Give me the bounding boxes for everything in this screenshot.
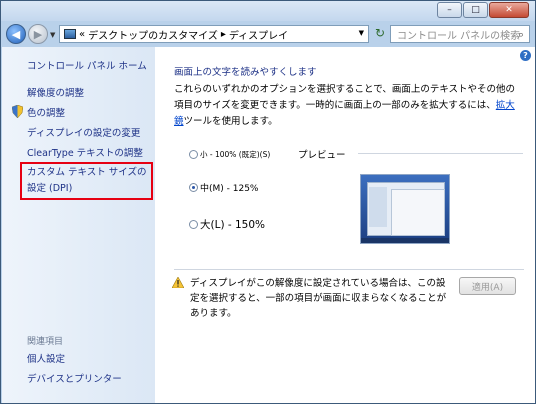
radio-medium[interactable]: [189, 183, 198, 192]
warning-icon: [172, 277, 184, 288]
sidebar-item-cleartype[interactable]: ClearType テキストの調整: [27, 145, 143, 159]
sidebar-home-link[interactable]: コントロール パネル ホーム: [27, 58, 147, 72]
option-small-label: 小 - 100% (既定)(S): [200, 150, 271, 159]
option-large-label: 大(L) - 150%: [200, 219, 266, 231]
breadcrumb-item[interactable]: ディスプレイ: [229, 27, 288, 42]
sidebar-item-resolution[interactable]: 解像度の調整: [27, 85, 84, 99]
preview-taskbar: [361, 238, 449, 243]
option-medium[interactable]: 中(M) - 125%: [189, 181, 259, 194]
option-large[interactable]: 大(L) - 150%: [189, 217, 265, 232]
warning-text: ディスプレイがこの解像度に設定されている場合は、この設定を選択すると、一部の項目…: [190, 278, 447, 319]
radio-small[interactable]: [189, 150, 198, 159]
shield-icon: [12, 105, 23, 118]
address-prefix: «: [79, 28, 86, 40]
refresh-icon[interactable]: ↻: [373, 26, 387, 42]
address-dropdown-icon[interactable]: ▼: [359, 29, 364, 37]
help-icon[interactable]: ?: [520, 50, 531, 61]
back-button[interactable]: ◀: [6, 24, 26, 44]
description-text-end: ツールを使用します。: [183, 116, 278, 127]
address-bar[interactable]: « デスクトップのカスタマイズ ▸ ディスプレイ ▼: [59, 25, 369, 43]
sidebar-item-color[interactable]: 色の調整: [27, 105, 65, 119]
search-input[interactable]: コントロール パネルの検索 ⌕: [390, 25, 530, 43]
maximize-button[interactable]: □: [463, 2, 488, 18]
window: – □ ✕ ◀ ▶ ▼ « デスクトップのカスタマイズ ▸ ディスプレイ ▼ ↻…: [0, 0, 536, 404]
search-placeholder: コントロール パネルの検索: [397, 30, 521, 42]
sidebar: コントロール パネル ホーム 解像度の調整 色の調整 ディスプレイの設定の変更 …: [2, 47, 155, 403]
description: これらのいずれかのオプションを選択することで、画面上のテキストやその他の項目のサ…: [174, 82, 524, 130]
back-arrow-icon: ◀: [11, 27, 21, 41]
see-also-devices[interactable]: デバイスとプリンター: [27, 371, 122, 385]
description-text: これらのいずれかのオプションを選択することで、画面上のテキストやその他の項目のサ…: [174, 84, 516, 111]
preview-image: [360, 174, 450, 244]
minimize-button[interactable]: –: [437, 2, 462, 18]
control-panel-icon: [64, 29, 76, 39]
search-icon[interactable]: ⌕: [518, 28, 524, 42]
radio-large[interactable]: [189, 220, 198, 229]
preview-window-inner: [391, 189, 445, 236]
forward-button[interactable]: ▶: [28, 24, 48, 44]
main-content: ? 画面上の文字を読みやすくします これらのいずれかのオプションを選択することで…: [155, 47, 535, 403]
option-small[interactable]: 小 - 100% (既定)(S): [189, 149, 270, 160]
preview-sidebar: [369, 187, 387, 227]
sidebar-item-display-settings[interactable]: ディスプレイの設定の変更: [27, 125, 140, 139]
breadcrumb-item[interactable]: デスクトップのカスタマイズ: [88, 27, 218, 42]
see-also-heading: 関連項目: [27, 337, 64, 347]
option-medium-label: 中(M) - 125%: [200, 184, 259, 194]
recent-pages-dropdown[interactable]: ▼: [50, 31, 55, 39]
caption-buttons: – □ ✕: [436, 2, 529, 18]
close-button[interactable]: ✕: [489, 2, 529, 18]
forward-arrow-icon: ▶: [33, 27, 43, 41]
divider: [174, 269, 524, 270]
breadcrumb-separator-icon: ▸: [220, 28, 226, 40]
navigation-bar: ◀ ▶ ▼ « デスクトップのカスタマイズ ▸ ディスプレイ ▼ ↻ コントロー…: [1, 21, 535, 47]
see-also-personalize[interactable]: 個人設定: [27, 351, 65, 365]
sidebar-item-custom-dpi[interactable]: カスタム テキスト サイズの設定 (DPI): [27, 165, 155, 197]
preview-divider: [358, 153, 523, 154]
apply-button[interactable]: 適用(A): [459, 277, 516, 295]
title-bar: – □ ✕: [1, 1, 535, 21]
page-title: 画面上の文字を読みやすくします: [174, 67, 317, 78]
preview-label: プレビュー: [298, 150, 346, 161]
